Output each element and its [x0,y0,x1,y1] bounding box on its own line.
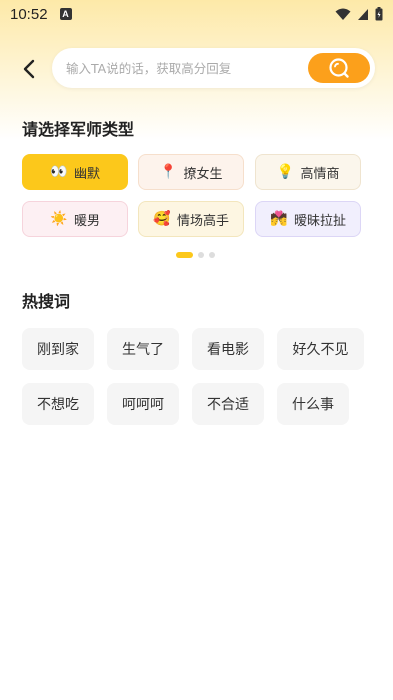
hot-tag[interactable]: 生气了 [107,328,179,370]
battery-icon [375,7,383,21]
sun-icon: ☀️ [50,211,68,227]
eyes-icon: 👀 [50,164,68,180]
search-row [0,46,393,90]
hot-tag[interactable]: 好久不见 [277,328,364,370]
hot-tag[interactable]: 看电影 [192,328,264,370]
back-button[interactable] [16,56,42,82]
advisor-type-label: 暖男 [73,213,100,229]
page-dot [198,252,204,258]
page-dot-active [176,252,193,258]
kiss-couple-icon: 💏 [270,211,288,227]
hot-search-title: 热搜词 [22,292,71,311]
wifi-icon [335,8,351,20]
advisor-type-title: 请选择军师类型 [22,120,135,139]
search-box [52,48,375,88]
status-notification-badge: A [59,8,72,20]
advisor-type-label: 幽默 [73,166,100,182]
hot-tag[interactable]: 刚到家 [22,328,94,370]
advisor-type-love-master[interactable]: 🥰 情场高手 [138,201,244,237]
lightbulb-icon: 💡 [276,164,295,180]
pin-icon: 📍 [159,164,178,180]
search-button[interactable] [308,53,370,83]
advisor-type-label: 撩女生 [183,166,223,182]
advisor-type-high-eq[interactable]: 💡 高情商 [255,154,361,190]
advisor-type-warm-guy[interactable]: ☀️ 暖男 [22,201,128,237]
advisor-type-label: 高情商 [300,166,340,182]
hot-tag[interactable]: 呵呵呵 [107,383,179,425]
hot-tag[interactable]: 不合适 [192,383,264,425]
hot-tag[interactable]: 什么事 [277,383,349,425]
advisor-type-label: 暧昧拉扯 [293,213,346,229]
search-icon [329,58,349,78]
smiling-hearts-icon: 🥰 [153,211,171,227]
page-indicator [176,252,215,258]
status-bar: 10:52 A [0,0,393,28]
advisor-type-humor[interactable]: 👀 幽默 [22,154,128,190]
page-dot [209,252,215,258]
advisor-type-ambiguous[interactable]: 💏 暧昧拉扯 [255,201,361,237]
hot-tag[interactable]: 不想吃 [22,383,94,425]
search-input[interactable] [66,53,306,83]
status-time: 10:52 [10,5,48,23]
advisor-type-label: 情场高手 [176,213,229,229]
status-icons [335,7,383,21]
advisor-type-flirt-girls[interactable]: 📍 撩女生 [138,154,244,190]
signal-icon [358,8,368,20]
back-arrow-icon [23,59,35,79]
